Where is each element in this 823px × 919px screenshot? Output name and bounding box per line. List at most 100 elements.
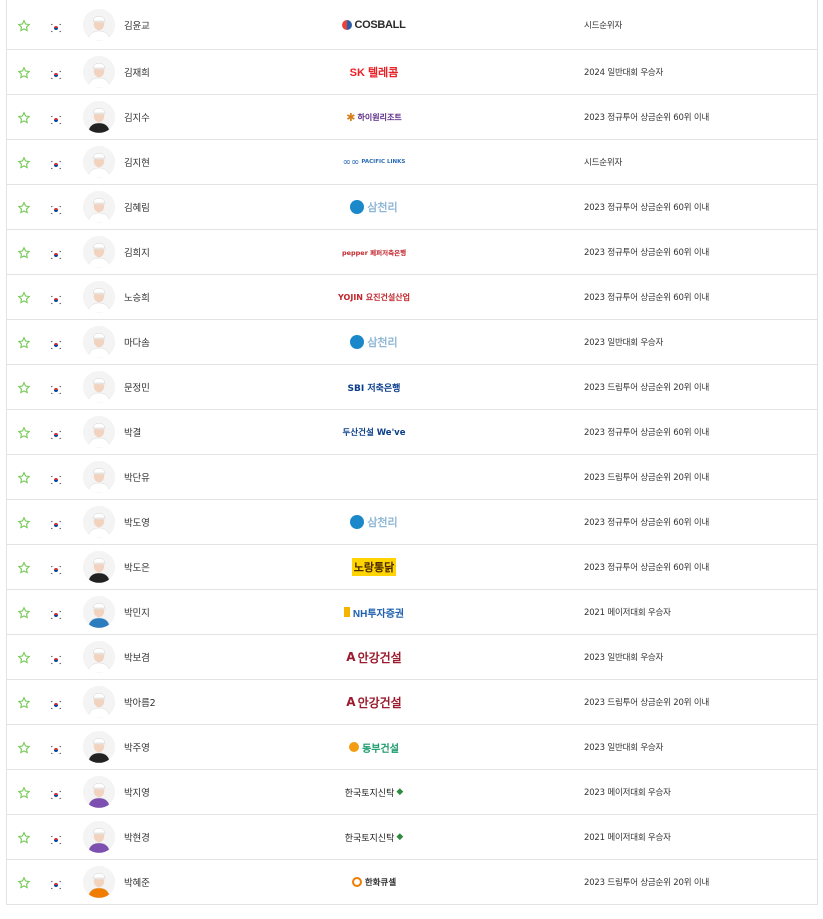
player-name[interactable]: 김재희	[124, 65, 150, 79]
player-avatar[interactable]	[83, 866, 115, 898]
player-avatar[interactable]	[83, 146, 115, 178]
player-avatar[interactable]	[83, 416, 115, 448]
sponsor-logo	[319, 467, 429, 487]
korea-flag-icon	[50, 695, 62, 710]
player-avatar[interactable]	[83, 281, 115, 313]
sponsor-logo: 동부건설	[319, 737, 429, 757]
player-avatar[interactable]	[83, 596, 115, 628]
sponsor-name: pepper 페퍼저축은행	[341, 249, 407, 257]
favorite-star-icon[interactable]	[17, 740, 31, 754]
player-avatar[interactable]	[83, 8, 115, 41]
table-row: 노승희 YOJIN 요진건설산업 2023 정규투어 상금순위 60위 이내	[7, 275, 817, 320]
table-row: 박주영 동부건설 2023 일반대회 우승자	[7, 725, 817, 770]
player-name[interactable]: 박혜준	[124, 875, 150, 889]
player-avatar[interactable]	[83, 191, 115, 223]
favorite-star-icon[interactable]	[17, 425, 31, 439]
favorite-star-icon[interactable]	[17, 830, 31, 844]
sponsor-name: 삼천리	[367, 337, 398, 349]
sponsor-logo: 한화큐셀	[319, 872, 429, 892]
player-name[interactable]: 김지현	[124, 155, 150, 169]
favorite-star-icon[interactable]	[17, 65, 31, 79]
favorite-star-icon[interactable]	[17, 380, 31, 394]
player-avatar[interactable]	[83, 326, 115, 358]
favorite-star-icon[interactable]	[17, 110, 31, 124]
sponsor-name: PACIFIC LINKS	[361, 159, 406, 165]
table-row: 박도영 삼천리 2023 정규투어 상금순위 60위 이내	[7, 500, 817, 545]
favorite-star-icon[interactable]	[17, 470, 31, 484]
qualification-text: 2021 메이저대회 우승자	[584, 833, 671, 843]
sponsor-name: 삼천리	[367, 202, 398, 214]
player-name[interactable]: 김혜림	[124, 200, 150, 214]
korea-flag-icon	[50, 245, 62, 260]
qualification-text: 2023 일반대회 우승자	[584, 743, 664, 753]
sponsor-logo: A 안강건설	[346, 695, 402, 710]
favorite-star-icon[interactable]	[17, 695, 31, 709]
sponsor-name: COSBALL	[354, 18, 406, 31]
favorite-star-icon[interactable]	[17, 650, 31, 664]
favorite-star-icon[interactable]	[17, 335, 31, 349]
player-name[interactable]: 김지수	[124, 110, 150, 124]
sponsor-logo: ∞∞ PACIFIC LINKS	[342, 156, 406, 168]
qualification-text: 2023 메이저대회 우승자	[584, 788, 671, 798]
favorite-star-icon[interactable]	[17, 560, 31, 574]
player-name[interactable]: 박도은	[124, 560, 150, 574]
player-name[interactable]: 김희지	[124, 245, 150, 259]
player-name[interactable]: 김윤교	[124, 18, 150, 32]
player-avatar[interactable]	[83, 506, 115, 538]
player-name[interactable]: 박보겸	[124, 650, 150, 664]
player-name[interactable]: 박아름2	[124, 695, 156, 709]
player-name[interactable]: 노승희	[124, 290, 150, 304]
favorite-star-icon[interactable]	[17, 155, 31, 169]
player-avatar[interactable]	[83, 731, 115, 763]
qualification-text: 2023 정규투어 상금순위 60위 이내	[584, 113, 710, 123]
favorite-star-icon[interactable]	[17, 785, 31, 799]
favorite-star-icon[interactable]	[17, 245, 31, 259]
favorite-star-icon[interactable]	[17, 200, 31, 214]
player-avatar[interactable]	[83, 101, 115, 133]
korea-flag-icon	[50, 110, 62, 125]
sponsor-name: NH투자증권	[352, 608, 405, 620]
favorite-star-icon[interactable]	[17, 515, 31, 529]
table-row: 박아름2 A 안강건설 2023 드림투어 상금순위 20위 이내	[7, 680, 817, 725]
player-name[interactable]: 박민지	[124, 605, 150, 619]
favorite-star-icon[interactable]	[17, 18, 31, 32]
player-name[interactable]: 박단유	[124, 470, 150, 484]
player-avatar[interactable]	[83, 551, 115, 583]
player-avatar[interactable]	[83, 236, 115, 268]
qualification-text: 2023 드림투어 상금순위 20위 이내	[584, 383, 710, 393]
player-name[interactable]: 박지영	[124, 785, 150, 799]
favorite-star-icon[interactable]	[17, 875, 31, 889]
player-avatar[interactable]	[83, 686, 115, 718]
favorite-star-icon[interactable]	[17, 605, 31, 619]
sponsor-logo: YOJIN 요진건설산업	[319, 287, 429, 307]
sponsor-logo: ✱ 하이원리조트	[346, 110, 402, 124]
table-row: 김재희 SK 텔레콤 2024 일반대회 우승자	[7, 50, 817, 95]
sponsor-name: 노랑통닭	[351, 558, 397, 576]
player-avatar[interactable]	[83, 821, 115, 853]
favorite-star-icon[interactable]	[17, 290, 31, 304]
player-avatar[interactable]	[83, 641, 115, 673]
player-avatar[interactable]	[83, 56, 115, 88]
player-name[interactable]: 박주영	[124, 740, 150, 754]
table-row: 박결 두산건설 We've 2023 정규투어 상금순위 60위 이내	[7, 410, 817, 455]
sponsor-name: 두산건설 We've	[342, 428, 406, 438]
player-avatar[interactable]	[83, 776, 115, 808]
player-avatar[interactable]	[83, 371, 115, 403]
player-name[interactable]: 문정민	[124, 380, 150, 394]
korea-flag-icon	[50, 875, 62, 890]
sponsor-name: 동부건설	[362, 743, 399, 755]
player-avatar[interactable]	[83, 461, 115, 493]
korea-flag-icon	[50, 18, 62, 33]
table-row: 문정민 SBI 저축은행 2023 드림투어 상금순위 20위 이내	[7, 365, 817, 410]
player-name[interactable]: 박도영	[124, 515, 150, 529]
player-name[interactable]: 박현경	[124, 830, 150, 844]
qualification-text: 시드순위자	[584, 20, 623, 31]
sponsor-logo: 노랑통닭	[319, 557, 429, 577]
qualification-text: 2024 일반대회 우승자	[584, 68, 664, 78]
table-row: 김윤교 COSBALL 시드순위자	[7, 0, 817, 50]
sponsor-name: 한국토지신탁	[344, 833, 395, 844]
korea-flag-icon	[50, 335, 62, 350]
player-name[interactable]: 마다솜	[124, 335, 150, 349]
korea-flag-icon	[50, 605, 62, 620]
player-name[interactable]: 박결	[124, 425, 141, 439]
